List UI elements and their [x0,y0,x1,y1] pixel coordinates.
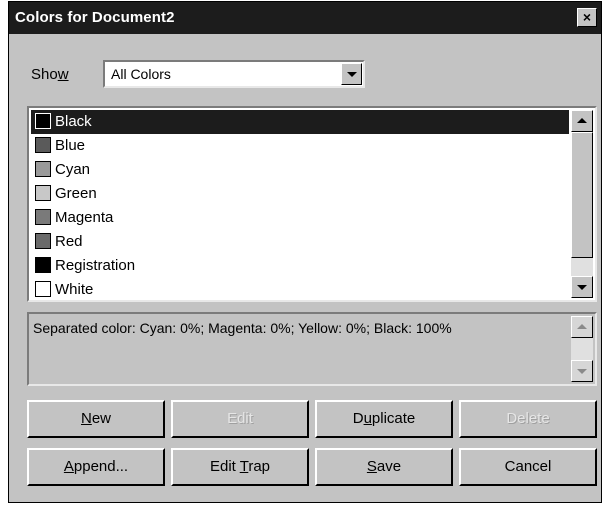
title-bar[interactable]: Colors for Document2 × [9,2,601,34]
list-item-label: White [55,281,94,298]
duplicate-button-label-rest: plicate [371,410,416,427]
show-dropdown-button[interactable] [341,63,362,85]
description-scrollbar [571,316,593,382]
chevron-down-icon [347,72,357,77]
cancel-button-label: Cancel [504,458,552,475]
scroll-down-button[interactable] [571,276,593,298]
list-item-label: Magenta [55,209,114,226]
list-item-label: Cyan [55,161,91,178]
show-label-accelerator: w [57,66,69,83]
scroll-up-arrow-icon [577,324,587,329]
edit-button-label: Edit [227,410,253,427]
cancel-button[interactable]: Cancel [459,448,597,486]
list-item[interactable]: Blue [31,134,569,158]
new-button[interactable]: New [27,400,165,438]
append-button-accelerator: A [63,458,74,475]
duplicate-button-label-pre: D [352,410,364,427]
list-item-label: Blue [55,137,86,154]
list-item[interactable]: Registration [31,254,569,278]
color-swatch-icon [35,113,51,129]
list-item[interactable]: Cyan [31,158,569,182]
color-swatch-icon [35,257,51,273]
colors-list[interactable]: Black Blue Cyan Green Magenta Red Registration… [27,106,597,302]
color-swatch-icon [35,233,51,249]
color-swatch-icon [35,161,51,177]
color-swatch-icon [35,137,51,153]
colors-dialog: Colors for Document2 × Show All Colors B… [8,1,602,503]
show-dropdown-value: All Colors [111,66,171,82]
append-button-label: ppend... [73,458,129,475]
description-scroll-up-button [571,316,593,338]
description-scroll-down-button [571,360,593,382]
close-icon: × [582,9,592,25]
save-button-label: ave [376,458,402,475]
delete-button[interactable]: Delete [459,400,597,438]
list-item[interactable]: Magenta [31,206,569,230]
list-item[interactable]: Green [31,182,569,206]
delete-button-label: Delete [506,410,550,427]
edit-button[interactable]: Edit [171,400,309,438]
edit-trap-button-label-rest: rap [248,458,271,475]
color-swatch-icon [35,185,51,201]
duplicate-button[interactable]: Duplicate [315,400,453,438]
show-dropdown[interactable]: All Colors [103,60,365,88]
duplicate-button-accelerator: u [363,410,372,427]
show-label-text: Sho [31,66,58,83]
scroll-up-button[interactable] [571,110,593,132]
append-button[interactable]: Append... [27,448,165,486]
list-item-label: Green [55,185,97,202]
window-title: Colors for Document2 [15,9,175,26]
show-label: Show [31,66,69,83]
list-item-label: Registration [55,257,136,274]
color-description: Separated color: Cyan: 0%; Magenta: 0%; … [33,320,452,336]
scroll-down-arrow-icon [577,369,587,374]
colors-list-items: Black Blue Cyan Green Magenta Red Registration… [31,110,569,302]
color-swatch-icon [35,281,51,297]
scroll-down-arrow-icon [577,285,587,290]
list-item[interactable]: White [31,278,569,302]
edit-trap-button[interactable]: Edit Trap [171,448,309,486]
new-button-label: ew [91,410,112,427]
list-item-label: Red [55,233,83,250]
list-item-label: Black [55,113,92,130]
color-description-box: Separated color: Cyan: 0%; Magenta: 0%; … [27,312,597,386]
save-button-accelerator: S [366,458,377,475]
scroll-up-arrow-icon [577,118,587,123]
edit-trap-button-label-pre: Edit [209,458,240,475]
list-item[interactable]: Black [31,110,569,134]
color-swatch-icon [35,209,51,225]
close-button[interactable]: × [577,8,597,27]
save-button[interactable]: Save [315,448,453,486]
colors-list-scrollbar[interactable] [571,110,593,298]
new-button-accelerator: N [80,410,92,427]
list-item[interactable]: Red [31,230,569,254]
scroll-thumb[interactable] [571,132,593,258]
